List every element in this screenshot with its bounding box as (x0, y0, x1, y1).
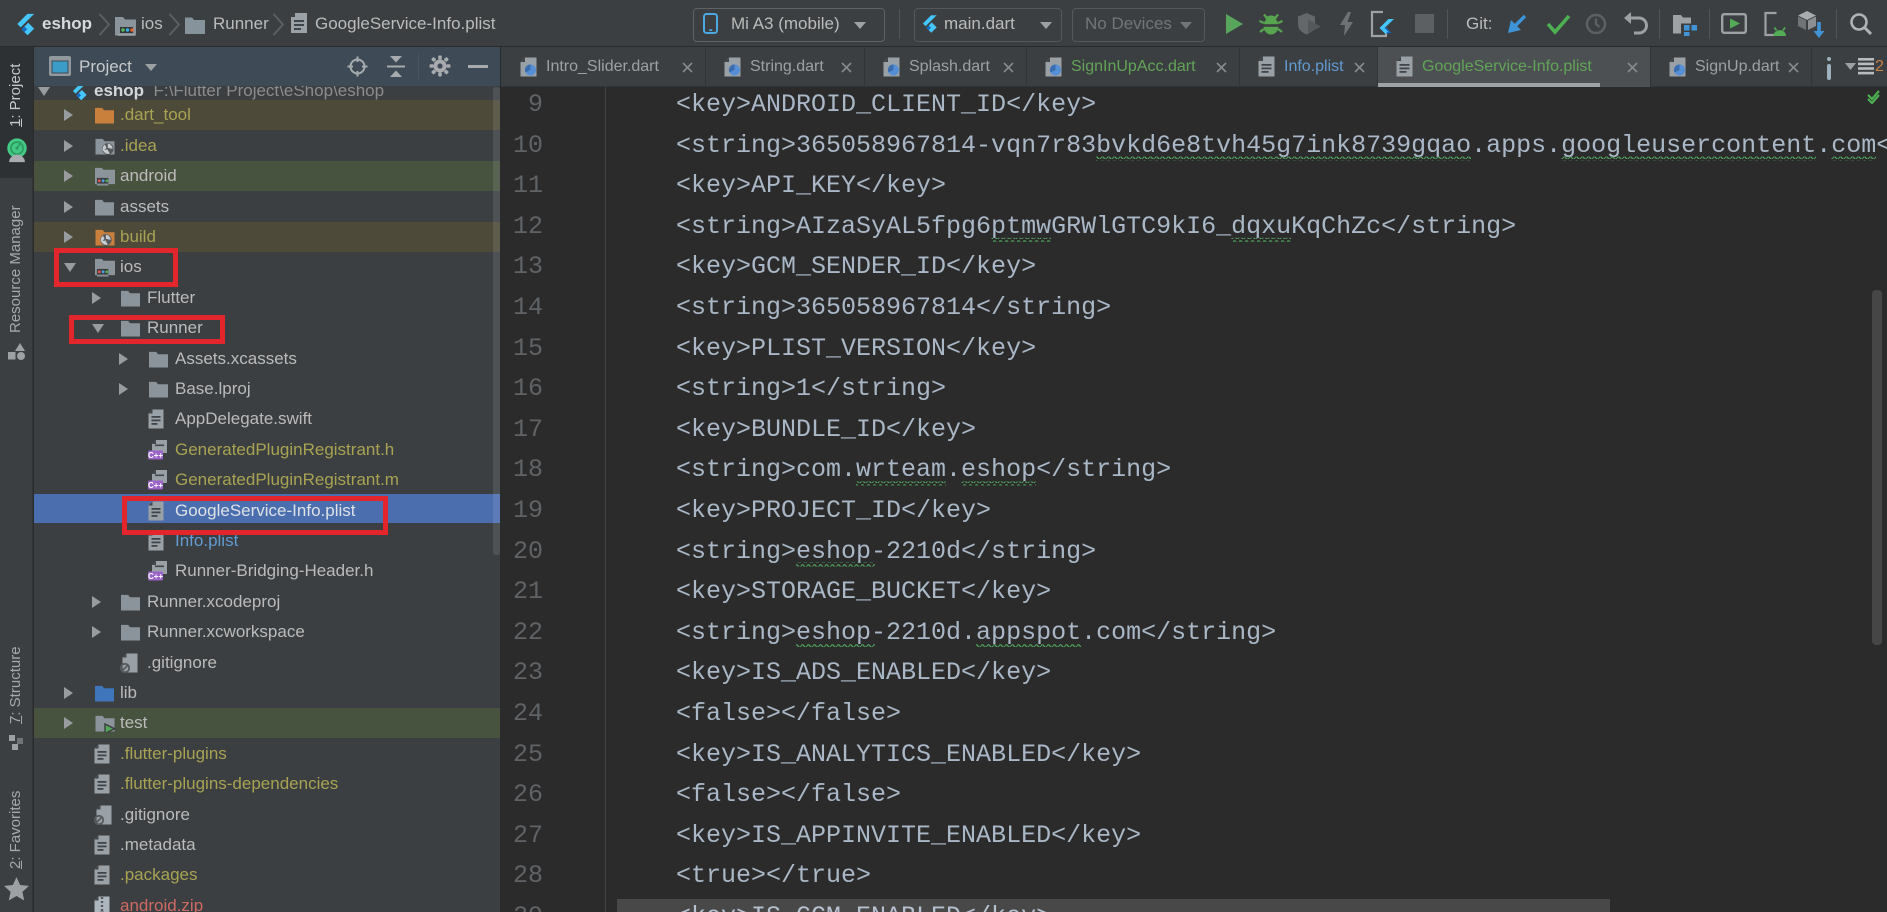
svg-text:C++: C++ (148, 481, 163, 490)
svg-text:C++: C++ (148, 451, 163, 460)
svg-text:C++: C++ (148, 572, 163, 581)
